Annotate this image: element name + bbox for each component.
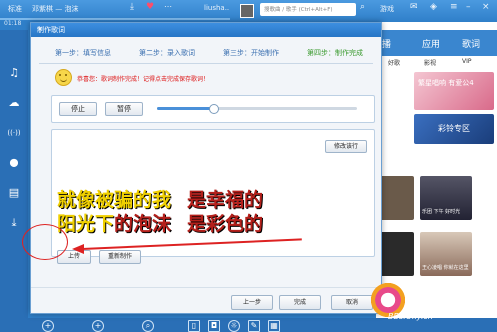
music-note-icon[interactable]: ♫ [6, 66, 22, 80]
previous-step-button[interactable]: 上一步 [231, 295, 273, 310]
lyric-line-1: 就像被骗的我 是幸福的 [57, 185, 263, 212]
cloud-icon[interactable]: ☁ [6, 96, 22, 110]
ringtone-caption: 彩铃专区 [438, 124, 470, 133]
stop-button[interactable]: 停止 [59, 102, 97, 116]
music-thumb[interactable] [378, 176, 414, 220]
music-thumb[interactable] [378, 232, 414, 276]
track-text: 邓紫棋 — 泡沫 [32, 5, 79, 13]
minimize-icon[interactable]: – [466, 2, 471, 12]
grid-icon[interactable]: ▦ [268, 320, 280, 332]
music-thumb[interactable]: 王心凌唱 你就在这里 [420, 232, 472, 276]
add-icon[interactable]: + [92, 320, 104, 332]
download-list-icon[interactable]: ⤓ [6, 216, 22, 230]
tab-lyrics[interactable]: 歌词 [462, 37, 480, 50]
annotation-circle [22, 224, 68, 260]
subtab-vip[interactable]: VIP [462, 58, 472, 65]
search-input[interactable]: 搜歌曲 / 歌手 (Ctrl+Alt+F) [260, 3, 356, 16]
game-label[interactable]: 游戏 [380, 4, 394, 14]
pause-button[interactable]: 暂停 [105, 102, 143, 116]
skin-icon[interactable]: ◈ [430, 2, 437, 12]
cancel-button[interactable]: 取消 [331, 295, 373, 310]
banner-caption: 繁星唱响 有爱公4 [418, 79, 474, 87]
username[interactable]: liusha.. [204, 4, 229, 12]
lyric-line-2-sung: 阳光下 [57, 213, 115, 235]
add-icon[interactable]: + [42, 320, 54, 332]
playback-slider-handle[interactable] [209, 104, 219, 114]
heart-icon[interactable]: ♥ [146, 2, 154, 12]
ringtone-card[interactable]: 彩铃专区 [414, 114, 494, 144]
subtab-good-songs[interactable]: 好歌 [388, 58, 400, 67]
track-progress-bar[interactable] [0, 18, 230, 20]
thumb-caption: 乐团 下午 好时光 [422, 209, 461, 215]
smiley-icon [55, 69, 72, 86]
music-thumb[interactable]: 乐团 下午 好时光 [420, 176, 472, 220]
location-pin-icon[interactable]: ⬤ [6, 156, 22, 170]
watermark-text: BBs.Oxy.cn [388, 312, 433, 321]
close-window-icon[interactable]: × [482, 2, 490, 12]
more-icon[interactable]: ⋯ [164, 2, 172, 11]
remake-button[interactable]: 重新制作 [99, 250, 141, 264]
step-1: 第一步：填写信息 [55, 49, 111, 57]
lyric-maker-dialog: 制作歌词 × 第一步：填写信息 第二步：录入歌词 第三步：开始制作 第四步：制作… [30, 22, 382, 314]
subtab-film[interactable]: 影视 [424, 58, 436, 67]
gamepad-icon[interactable]: ◘ [208, 320, 220, 332]
download-icon[interactable]: ⤓ [130, 2, 134, 12]
search-placeholder: 搜歌曲 / 歌手 (Ctrl+Alt+F) [264, 7, 333, 13]
lyric-line-2-rest: 的泡沫 [114, 213, 172, 235]
lyric-line-2: 阳光下的泡沫 是彩色的 [57, 209, 263, 236]
document-icon[interactable]: ▤ [6, 186, 22, 200]
step-divider [39, 63, 373, 64]
menu-icon[interactable]: ≡ [450, 2, 458, 12]
search-icon[interactable]: ⌕ [360, 2, 365, 12]
footer-divider [31, 287, 381, 288]
thumb-caption: 王心凌唱 你就在这里 [422, 265, 469, 271]
left-sidebar: ♫ ☁ ((·)) ⬤ ▤ ⤓ [0, 30, 28, 320]
banner-card[interactable]: 繁星唱响 有爱公4 [414, 72, 494, 110]
lyric-line-2-end: 是彩色的 [187, 213, 264, 235]
mode-label[interactable]: 标准 [8, 4, 22, 14]
tab-apps[interactable]: 应用 [422, 37, 440, 50]
completion-notice: 恭喜您：歌词制作完成！记得点击完成保存歌词！ [77, 76, 210, 83]
finish-button[interactable]: 完成 [279, 295, 321, 310]
lyric-line-1-rest: 是幸福的 [187, 189, 264, 211]
tools-icon[interactable]: ✎ [248, 320, 260, 332]
avatar[interactable] [240, 4, 254, 18]
step-2: 第二步：录入歌词 [139, 49, 195, 57]
playback-slider-fill [157, 107, 213, 110]
broadcast-icon[interactable]: ((·)) [6, 126, 22, 140]
mail-icon[interactable]: ✉ [410, 2, 418, 12]
elapsed-time: 01:18 [4, 20, 22, 27]
step-3: 第三步：开始制作 [223, 49, 279, 57]
phone-icon[interactable]: ▯ [188, 320, 200, 332]
sun-icon[interactable]: ☼ [228, 320, 240, 332]
close-icon[interactable]: × [37, 25, 375, 33]
step-indicator: 第一步：填写信息 第二步：录入歌词 第三步：开始制作 第四步：制作完成 [39, 45, 373, 61]
tab-broadcast[interactable]: 播 [382, 37, 391, 50]
step-4: 第四步：制作完成 [307, 49, 363, 57]
search-icon[interactable]: ⌕ [142, 320, 154, 332]
right-tab-bar: 播 应用 歌词 [376, 30, 497, 56]
dialog-title-bar[interactable]: 制作歌词 × [31, 23, 381, 37]
edit-line-button[interactable]: 修改该行 [325, 140, 367, 153]
lyric-line-1-sung: 就像被骗的我 [57, 189, 172, 211]
annotation-arrow-head [72, 244, 84, 254]
